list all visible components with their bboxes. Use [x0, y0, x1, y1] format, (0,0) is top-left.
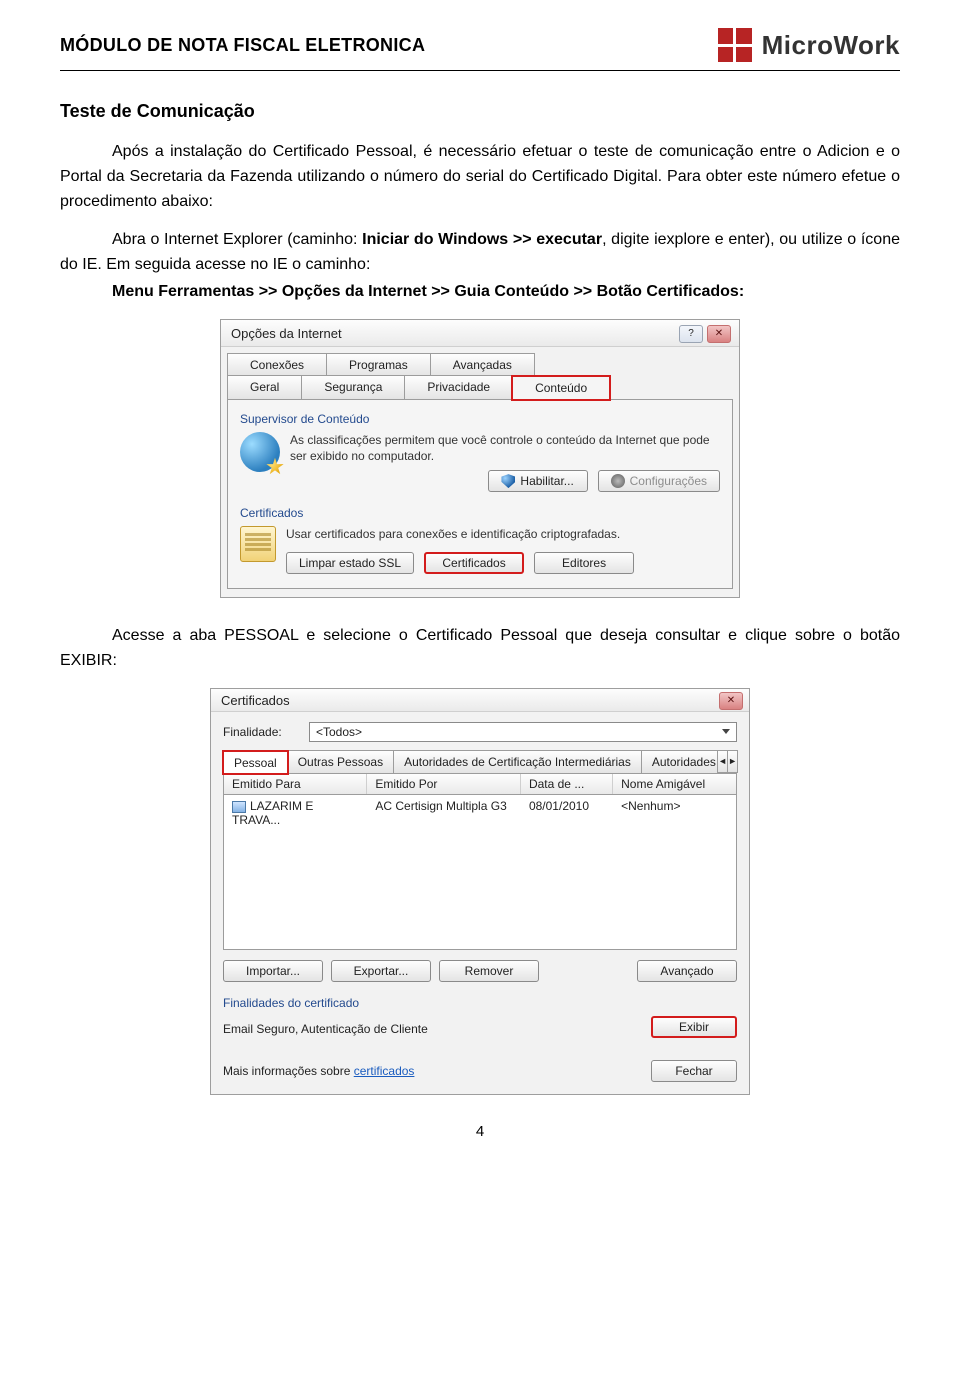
editores-button[interactable]: Editores: [534, 552, 634, 574]
dialog2-content: Finalidade: <Todos> Pessoal Outras Pesso…: [211, 712, 749, 1094]
tab-scroll-right-icon[interactable]: ►: [727, 750, 738, 773]
help-icon[interactable]: ?: [679, 325, 703, 343]
gear-icon: [611, 474, 625, 488]
col-data[interactable]: Data de ...: [521, 774, 613, 794]
globe-star-icon: [240, 432, 280, 472]
tab-outras-pessoas[interactable]: Outras Pessoas: [287, 750, 394, 773]
col-emitido-por[interactable]: Emitido Por: [367, 774, 521, 794]
section-title: Teste de Comunicação: [60, 101, 900, 122]
col-nome-amigavel[interactable]: Nome Amigável: [613, 774, 736, 794]
dialog2-titlebar: Certificados ✕: [211, 689, 749, 712]
para2-bold: Iniciar do Windows >> executar: [362, 231, 602, 248]
limpar-ssl-button[interactable]: Limpar estado SSL: [286, 552, 414, 574]
group-cert-title: Certificados: [240, 506, 720, 520]
certificate-item-icon: [232, 801, 246, 813]
col-emitido-para[interactable]: Emitido Para: [224, 774, 367, 794]
tab-programas[interactable]: Programas: [326, 353, 431, 376]
menu-path-bold: Menu Ferramentas >> Opções da Internet >…: [112, 283, 744, 300]
tab-autoridades-interm[interactable]: Autoridades de Certificação Intermediári…: [393, 750, 642, 773]
dialog-title-text: Opções da Internet: [231, 326, 342, 341]
tab-conexoes[interactable]: Conexões: [227, 353, 327, 376]
para2-part-a: Abra o Internet Explorer (caminho:: [112, 231, 362, 248]
divider: [60, 70, 900, 71]
brand: MicroWork: [718, 28, 900, 62]
paragraph-1: Após a instalação do Certificado Pessoal…: [60, 140, 900, 214]
importar-button[interactable]: Importar...: [223, 960, 323, 982]
certificados-link[interactable]: certificados: [354, 1064, 415, 1078]
list-item[interactable]: LAZARIM E TRAVA... AC Certisign Multipla…: [224, 795, 736, 831]
finalidades-sub: Finalidades do certificado: [223, 996, 737, 1010]
group-supervisor-title: Supervisor de Conteúdo: [240, 412, 720, 426]
avancado-button[interactable]: Avançado: [637, 960, 737, 982]
brand-text: MicroWork: [762, 30, 900, 61]
dialog2-title-text: Certificados: [221, 693, 290, 708]
dialog-content: Supervisor de Conteúdo As classificações…: [227, 399, 733, 590]
cert-list-header: Emitido Para Emitido Por Data de ... Nom…: [223, 774, 737, 795]
finalidades-text: Email Seguro, Autenticação de Cliente: [223, 1016, 428, 1036]
paragraph-3: Acesse a aba PESSOAL e selecione o Certi…: [60, 624, 900, 674]
configuracoes-button[interactable]: Configurações: [598, 470, 720, 492]
brand-icon: [718, 28, 752, 62]
certificados-button[interactable]: Certificados: [424, 552, 524, 574]
exibir-button[interactable]: Exibir: [651, 1016, 737, 1038]
exportar-button[interactable]: Exportar...: [331, 960, 431, 982]
close-icon[interactable]: ✕: [719, 692, 743, 710]
paragraph-boldpath: Menu Ferramentas >> Opções da Internet >…: [60, 280, 900, 305]
chevron-down-icon: [722, 729, 730, 734]
group-cert-text: Usar certificados para conexões e identi…: [286, 526, 720, 542]
finalidade-combobox[interactable]: <Todos>: [309, 722, 737, 742]
finalidade-value: <Todos>: [316, 725, 362, 739]
page-number: 4: [60, 1123, 900, 1140]
fechar-button[interactable]: Fechar: [651, 1060, 737, 1082]
page-header: MÓDULO DE NOTA FISCAL ELETRONICA MicroWo…: [60, 28, 900, 62]
group-supervisor-text: As classificações permitem que você cont…: [290, 432, 720, 464]
dialog-opcoes-internet: Opções da Internet ? ✕ Conexões Programa…: [220, 319, 740, 599]
cert-list[interactable]: LAZARIM E TRAVA... AC Certisign Multipla…: [223, 795, 737, 950]
finalidade-label: Finalidade:: [223, 725, 299, 739]
dialog-certificados: Certificados ✕ Finalidade: <Todos> Pesso…: [210, 688, 750, 1095]
tab-row-top: Conexões Programas Avançadas: [227, 353, 733, 376]
shield-icon: [501, 474, 515, 488]
tab-autoridades-truncated[interactable]: Autoridades de Ce: [641, 750, 718, 773]
certificate-icon: [240, 526, 276, 562]
tab-privacidade[interactable]: Privacidade: [404, 375, 513, 399]
tab-geral[interactable]: Geral: [227, 375, 302, 399]
paragraph-2: Abra o Internet Explorer (caminho: Inici…: [60, 228, 900, 278]
remover-button[interactable]: Remover: [439, 960, 539, 982]
close-icon[interactable]: ✕: [707, 325, 731, 343]
tab-seguranca[interactable]: Segurança: [301, 375, 405, 399]
tab-avancadas[interactable]: Avançadas: [430, 353, 535, 376]
more-info-text: Mais informações sobre certificados: [223, 1064, 414, 1078]
cert-tabs: Pessoal Outras Pessoas Autoridades de Ce…: [223, 750, 737, 774]
tab-row-bottom: Geral Segurança Privacidade Conteúdo: [227, 375, 733, 399]
module-title: MÓDULO DE NOTA FISCAL ELETRONICA: [60, 35, 425, 56]
tab-conteudo[interactable]: Conteúdo: [512, 376, 610, 400]
dialog-titlebar: Opções da Internet ? ✕: [221, 320, 739, 347]
tab-pessoal[interactable]: Pessoal: [223, 751, 288, 774]
habilitar-button[interactable]: Habilitar...: [488, 470, 588, 492]
